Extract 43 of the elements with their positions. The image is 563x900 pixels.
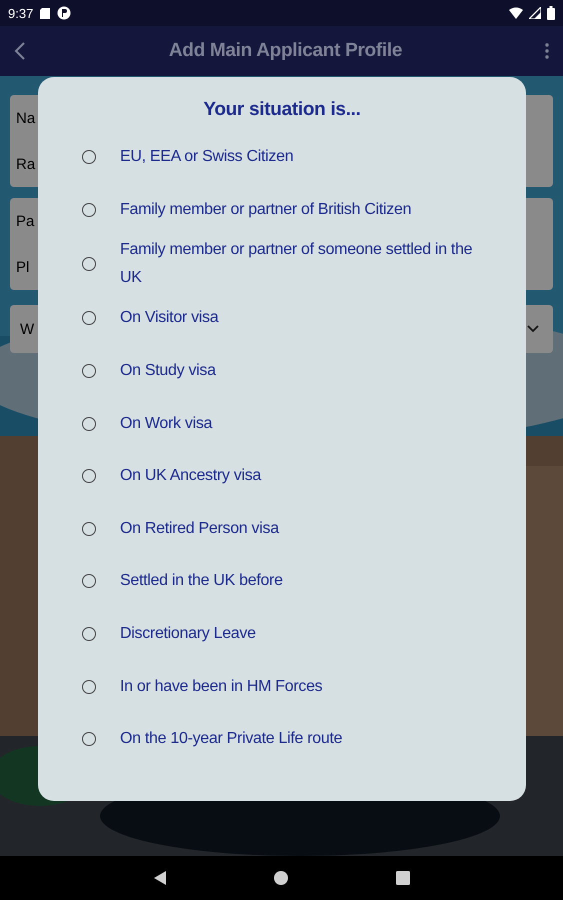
radio-button[interactable] [82,627,96,642]
radio-button[interactable] [82,150,96,164]
sd-card-icon [39,6,52,20]
dialog-title: Your situation is... [202,99,362,121]
radio-button[interactable] [82,257,96,272]
radio-button[interactable] [82,311,96,326]
battery-icon [547,6,555,20]
radio-button[interactable] [82,364,96,378]
chevron-left-icon [14,42,26,60]
radio-option[interactable]: Settled in the UK before [82,555,496,608]
more-vertical-icon [544,43,549,59]
radio-button[interactable] [82,574,96,588]
radio-option[interactable]: EU, EEA or Swiss Citizen [82,131,496,184]
radio-button[interactable] [82,680,96,694]
radio-option[interactable]: On Retired Person visa [82,502,496,556]
radio-button[interactable] [82,522,96,536]
circle-icon [274,871,288,885]
wifi-icon [509,7,523,19]
field-label: Na [16,110,36,126]
square-icon [396,871,410,885]
radio-option[interactable]: On UK Ancestry visa [82,450,496,503]
radio-button[interactable] [82,732,96,746]
radio-option[interactable]: On Work visa [82,397,496,450]
field-label: Pa [16,212,34,230]
signal-icon [529,7,541,19]
radio-button[interactable] [82,469,96,484]
radio-option[interactable]: In or have been in HM Forces [82,660,496,713]
status-time: 9:37 [8,6,34,20]
radio-button[interactable] [82,416,96,431]
chevron-down-icon [527,325,539,333]
radio-option[interactable]: Family member or partner of British Citizen [82,184,496,236]
triangle-icon [154,871,166,885]
radio-option[interactable]: Discretionary Leave [82,608,496,660]
app-notification-icon [57,6,72,20]
field-value: Pl [16,258,30,276]
field-value: Ra [16,156,36,172]
radio-option[interactable]: On Study visa [82,344,496,398]
radio-option[interactable]: On Visitor visa [82,292,496,345]
field-value: W [20,320,34,338]
screen-title: Add Main Applicant Profile [168,40,402,62]
radio-option[interactable]: Family member or partner of someone settled in the UK [82,236,496,292]
radio-option[interactable]: On the 10-year Private Life route [82,712,496,766]
radio-button[interactable] [82,202,96,217]
